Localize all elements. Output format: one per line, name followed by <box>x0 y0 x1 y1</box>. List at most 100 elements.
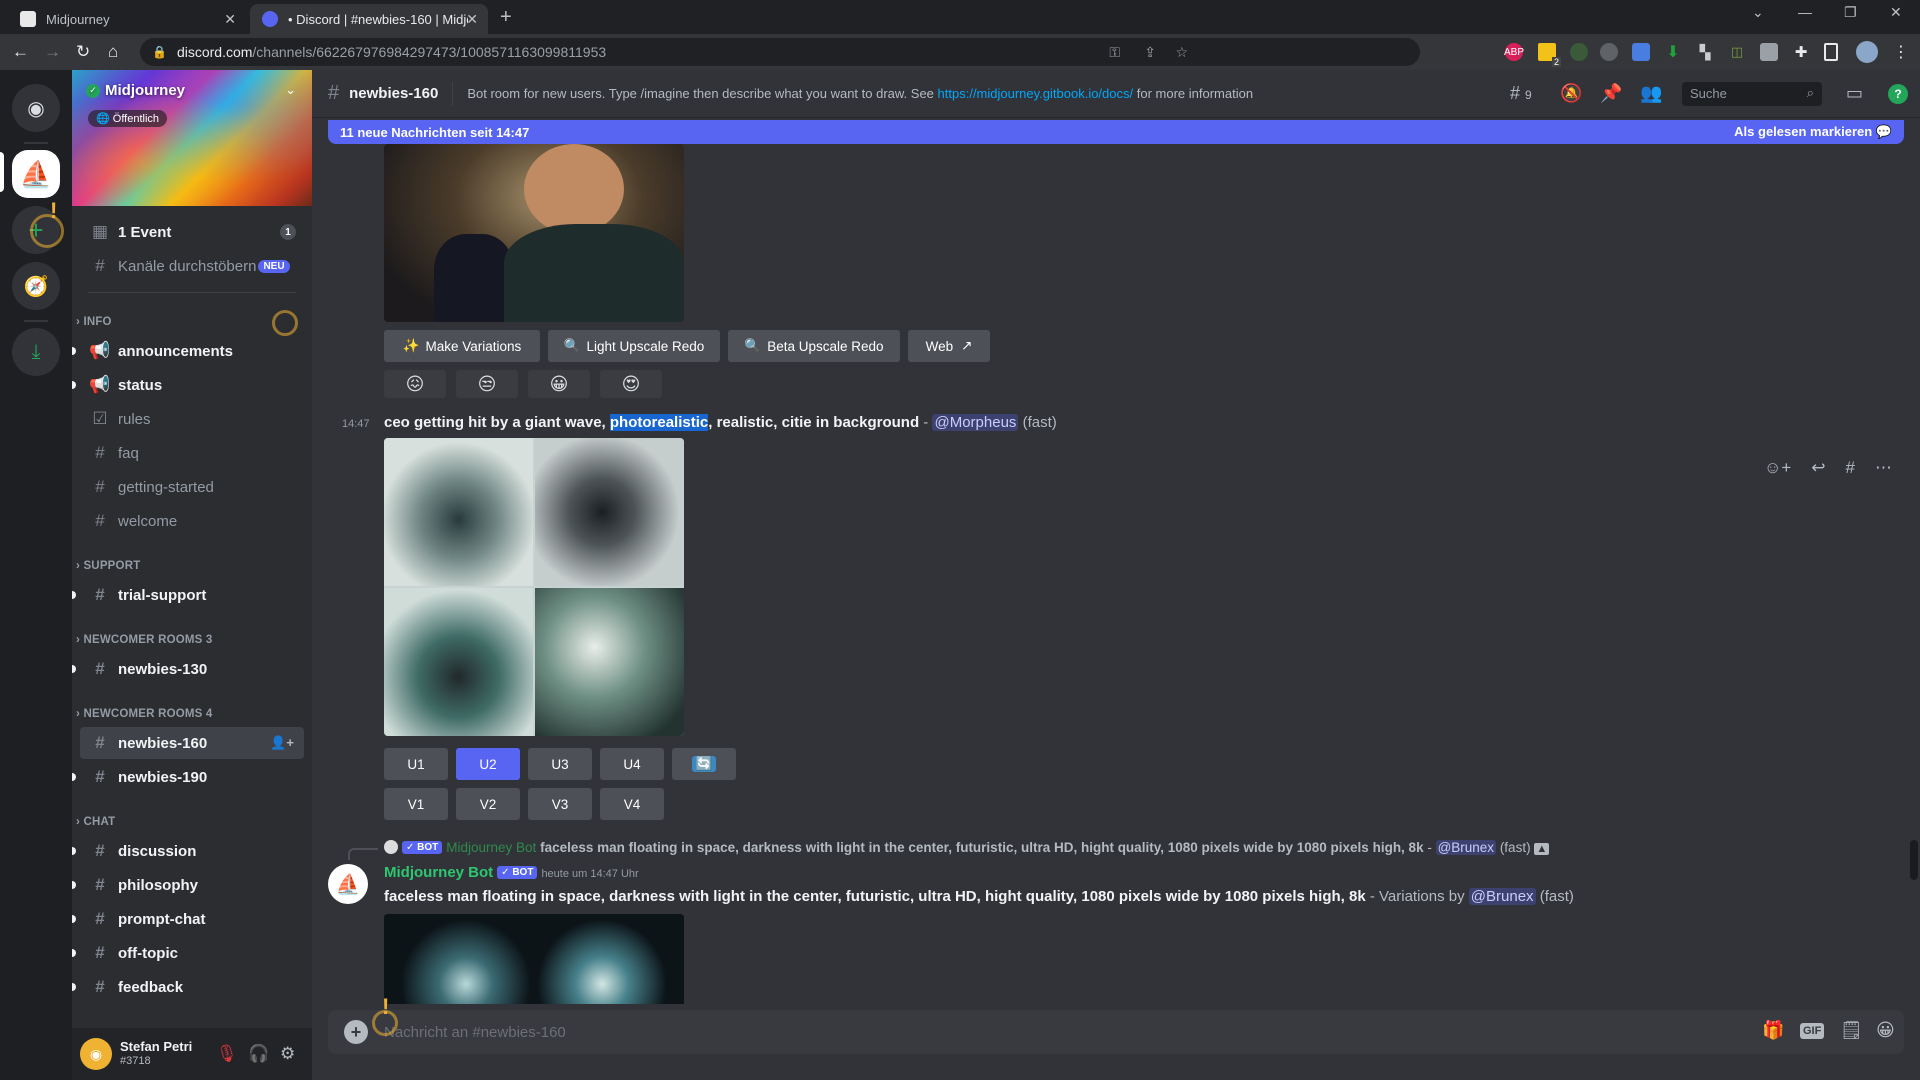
category-chat[interactable]: › CHAT <box>76 816 115 828</box>
message-composer[interactable]: + Nachricht an #newbies-160 🎁 GIF 🗒 😀 <box>328 1010 1904 1054</box>
bot-avatar[interactable]: ⛵ <box>328 864 368 904</box>
search-input[interactable]: Suche ⌕ <box>1682 82 1822 106</box>
user-avatar[interactable]: ◉ <box>80 1038 112 1070</box>
reply-preview[interactable]: ✓ BOT Midjourney Bot faceless man floatin… <box>384 840 1550 855</box>
browser-menu-icon[interactable]: ⋮ <box>1892 43 1910 61</box>
server-name[interactable]: ✓ Midjourney <box>86 82 185 99</box>
reload-icon[interactable]: ↻ <box>76 42 90 62</box>
channel-getting-started[interactable]: # getting-started <box>80 471 304 503</box>
forward-icon[interactable]: → <box>44 42 61 62</box>
address-bar[interactable]: 🔒 discord.com/channels/66226797698429747… <box>140 38 1420 66</box>
channel-newbies-130[interactable]: # newbies-130 <box>72 653 304 685</box>
adblock-extension-icon[interactable]: ABP <box>1504 43 1524 61</box>
more-options-icon[interactable]: ⋯ <box>1875 458 1892 478</box>
extension-icon[interactable] <box>1570 43 1588 61</box>
message-scrollbar[interactable] <box>1910 840 1918 880</box>
gift-icon[interactable]: 🎁 <box>1762 1020 1784 1041</box>
variation-v1-button[interactable]: V1 <box>384 788 448 820</box>
midjourney-server-button[interactable]: ⛵ <box>12 150 60 198</box>
beta-upscale-redo-button[interactable]: 🔍 Beta Upscale Redo <box>728 330 900 362</box>
channel-newbies-160[interactable]: # newbies-160 👤+ <box>80 727 304 759</box>
user-mention[interactable]: @Brunex <box>1435 840 1497 855</box>
emoji-icon[interactable]: 😀 <box>1876 1020 1895 1041</box>
profile-avatar-icon[interactable] <box>1856 41 1878 63</box>
user-mention[interactable]: @Morpheus <box>932 414 1019 431</box>
grid-image-2[interactable] <box>535 914 684 1004</box>
notes-extension-icon[interactable]: 2 <box>1538 43 1561 67</box>
grid-image-2[interactable] <box>535 438 684 586</box>
key-icon[interactable]: ⚿ <box>1109 44 1120 61</box>
headphones-icon[interactable]: 🎧 <box>248 1044 269 1064</box>
channel-rules[interactable]: ☑ rules <box>80 403 304 435</box>
close-window-button[interactable]: ✕ <box>1890 4 1902 21</box>
user-info[interactable]: Stefan Petri #3718 <box>120 1040 192 1068</box>
image-grid-faceless-man[interactable] <box>384 914 684 1004</box>
channel-welcome[interactable]: # welcome <box>80 505 304 537</box>
grid-image-1[interactable] <box>384 438 533 586</box>
upscale-u2-button[interactable]: U2 <box>456 748 520 780</box>
channel-feedback[interactable]: # feedback <box>72 971 304 1003</box>
camera-extension-icon[interactable] <box>1760 43 1778 61</box>
threads-icon[interactable]: # 9 <box>1510 83 1532 104</box>
member-list-icon[interactable]: 👥 <box>1640 83 1662 104</box>
image-grid-ceo-wave[interactable] <box>384 438 684 736</box>
home-icon[interactable]: ⌂ <box>108 42 118 62</box>
variation-v4-button[interactable]: V4 <box>600 788 664 820</box>
back-icon[interactable]: ← <box>12 42 29 62</box>
channel-prompt-chat[interactable]: # prompt-chat <box>72 903 304 935</box>
docs-link[interactable]: https://midjourney.gitbook.io/docs/ <box>938 86 1134 101</box>
browser-tab-midjourney[interactable]: Midjourney ✕ <box>8 4 246 34</box>
author-name[interactable]: Midjourney Bot <box>384 864 493 881</box>
grid-image-3[interactable] <box>384 588 533 736</box>
channel-faq[interactable]: # faq <box>80 437 304 469</box>
close-tab-icon[interactable]: ✕ <box>466 11 478 28</box>
extension-icon[interactable] <box>1600 43 1618 61</box>
explore-servers-button[interactable]: 🧭 <box>12 262 60 310</box>
category-info[interactable]: › INFO <box>76 316 112 328</box>
add-attachment-button[interactable]: + <box>344 1020 368 1044</box>
message-input-placeholder[interactable]: Nachricht an #newbies-160 <box>384 1024 566 1041</box>
sticker-icon[interactable]: 🗒 <box>1840 1020 1863 1041</box>
close-tab-icon[interactable]: ✕ <box>224 11 236 28</box>
variation-v2-button[interactable]: V2 <box>456 788 520 820</box>
reaction-grinning[interactable]: 😀 <box>528 370 590 398</box>
make-variations-button[interactable]: ✨ Make Variations <box>384 330 540 362</box>
gif-button[interactable]: GIF <box>1800 1023 1825 1039</box>
user-mention[interactable]: @Brunex <box>1468 888 1536 905</box>
upscaled-image-cat-portrait[interactable] <box>384 144 684 322</box>
restore-button[interactable]: ❐ <box>1844 4 1857 21</box>
download-extension-icon[interactable]: ⬇ <box>1664 43 1682 61</box>
puzzle-extensions-icon[interactable]: ✚ <box>1792 43 1810 61</box>
web-button[interactable]: Web ↗ <box>908 330 990 362</box>
channel-philosophy[interactable]: # philosophy <box>72 869 304 901</box>
extension-icon[interactable]: ◫ <box>1728 43 1746 61</box>
grid-image-4[interactable] <box>535 588 684 736</box>
mute-notifications-icon[interactable]: 🔕 <box>1560 83 1582 104</box>
share-icon[interactable]: ⇪ <box>1144 44 1156 61</box>
variation-v3-button[interactable]: V3 <box>528 788 592 820</box>
minimize-button[interactable]: — <box>1798 4 1812 20</box>
download-apps-button[interactable]: ⤓ <box>12 328 60 376</box>
new-messages-bar[interactable]: 11 neue Nachrichten seit 14:47 Als geles… <box>328 120 1904 144</box>
channel-newbies-190[interactable]: # newbies-190 <box>72 761 304 793</box>
discord-home-button[interactable]: ◉ <box>12 84 60 132</box>
grid-image-1[interactable] <box>384 914 533 1004</box>
mute-microphone-icon[interactable]: 🎙 <box>216 1044 238 1064</box>
reply-icon[interactable]: ↩ <box>1811 458 1825 478</box>
bookmark-star-icon[interactable]: ☆ <box>1175 44 1188 61</box>
upscale-u3-button[interactable]: U3 <box>528 748 592 780</box>
reaction-unamused[interactable]: 😒 <box>456 370 518 398</box>
invite-member-icon[interactable]: 👤+ <box>270 735 294 751</box>
channel-status[interactable]: 📢 status <box>72 369 304 401</box>
channel-topic[interactable]: Bot room for new users. Type /imagine th… <box>467 86 1253 101</box>
channel-trial-support[interactable]: # trial-support <box>72 579 304 611</box>
category-newcomer-rooms-3[interactable]: › NEWCOMER ROOMS 3 <box>76 634 213 646</box>
channel-announcements[interactable]: 📢 announcements <box>72 335 304 367</box>
light-upscale-redo-button[interactable]: 🔍 Light Upscale Redo <box>548 330 720 362</box>
new-tab-button[interactable]: + <box>500 6 512 29</box>
channel-off-topic[interactable]: # off-topic <box>72 937 304 969</box>
mark-as-read-button[interactable]: Als gelesen markieren 💬 <box>1734 124 1892 140</box>
create-thread-icon[interactable]: # <box>1846 458 1855 478</box>
browse-channels-row[interactable]: # Kanäle durchstöbern NEU <box>80 250 304 282</box>
pinned-messages-icon[interactable]: 📌 <box>1600 83 1622 104</box>
